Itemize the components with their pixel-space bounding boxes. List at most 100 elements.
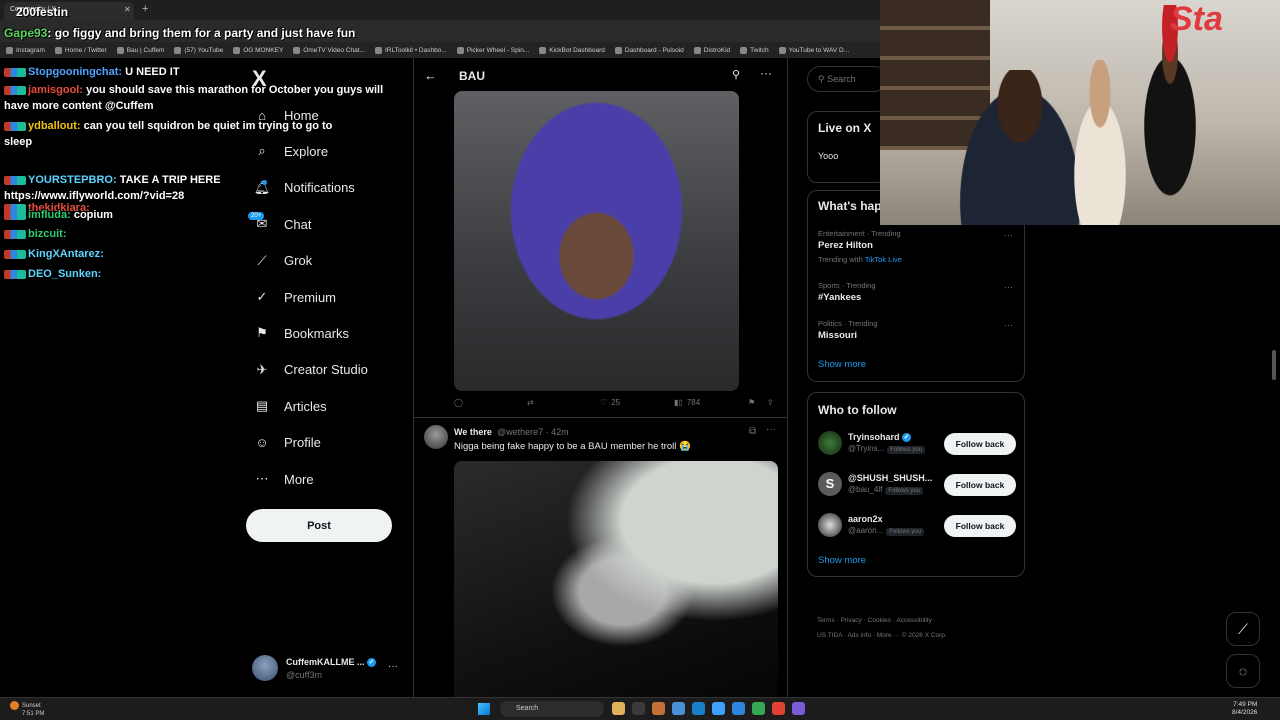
repost-icon[interactable]: ⇄ — [527, 398, 534, 407]
post-media-video[interactable] — [454, 91, 739, 391]
follow-back-button[interactable]: Follow back — [944, 515, 1016, 537]
show-more-link[interactable]: Show more — [818, 555, 866, 566]
weather-text: Sunset — [22, 703, 41, 710]
follow-user-name-text: aaron2x — [848, 514, 883, 524]
nav-item-home[interactable]: ⌂ Home — [254, 101, 319, 129]
store-icon[interactable] — [732, 702, 745, 715]
tab-close-icon[interactable]: ✕ — [124, 5, 131, 14]
bookmark-item[interactable]: IRLToolkit • Dashbo... — [374, 44, 447, 56]
avatar[interactable] — [818, 431, 842, 455]
avatar[interactable]: S — [818, 472, 842, 496]
browser-icon[interactable] — [692, 702, 705, 715]
bookmark-icon[interactable]: ⚑ — [748, 398, 755, 407]
x-logo[interactable]: X — [252, 66, 267, 92]
messages-float-icon[interactable]: ◌ — [1226, 654, 1260, 688]
bookmark-item[interactable]: Home / Twitter — [54, 44, 107, 56]
bookmark-item[interactable]: OG MONKEY — [233, 44, 283, 56]
bookmark-item[interactable]: DistroKid — [693, 44, 730, 56]
follow-user-name[interactable]: aaron2x — [848, 514, 883, 524]
page-title: BAU — [459, 69, 485, 83]
chat-text: sleep — [4, 136, 33, 148]
weather-widget[interactable]: Sunset 7:51 PM — [10, 701, 44, 718]
live-on-x-card[interactable]: Live on X Yooo — [807, 111, 887, 183]
search-placeholder: Search — [827, 74, 856, 84]
post-author-name[interactable]: We there — [454, 427, 492, 437]
follow-user-name[interactable]: @SHUSH_SHUSH... — [848, 473, 932, 483]
nav-item-premium[interactable]: ✓ Premium — [254, 283, 336, 311]
account-switcher[interactable]: CuffemKALLME ... ✓ @cuff3m ··· — [252, 655, 402, 683]
home-icon: ⌂ — [258, 107, 266, 123]
nav-item-label: Explore — [284, 143, 329, 159]
trend-context-link[interactable]: TikTok Live — [865, 255, 902, 264]
nav-item-articles[interactable]: ▤ Articles — [254, 392, 327, 420]
task-view-icon[interactable] — [632, 702, 645, 715]
bookmark-item[interactable]: YouTube to WAV D... — [778, 44, 849, 56]
follow-user-name[interactable]: Tryinsohard ✓ — [848, 432, 912, 443]
post-button[interactable]: Post — [246, 509, 392, 542]
nav-item-more[interactable]: ⋯ More — [254, 465, 314, 493]
more-dots-icon[interactable]: ··· — [760, 66, 772, 80]
avatar[interactable] — [818, 513, 842, 537]
footer-links[interactable]: Terms · Privacy · Cookies · Accessibilit… — [817, 617, 936, 624]
bookmark-item[interactable]: Dashboard - Pulsoid — [614, 44, 684, 56]
nav-item-grok[interactable]: ⟋ Grok — [254, 247, 312, 275]
reply-icon[interactable]: ◯ — [454, 398, 463, 407]
chat-top-message: Gape93: go figgy and bring them for a pa… — [4, 26, 356, 40]
trend-name[interactable]: #Yankees — [818, 292, 861, 303]
bookmark-item[interactable]: Twitch — [740, 44, 769, 56]
verified-icon: ✓ — [902, 433, 912, 443]
app-icon[interactable] — [772, 702, 785, 715]
views-button[interactable]: ▮▯ 784 — [674, 398, 700, 407]
file-explorer-icon[interactable] — [612, 702, 625, 715]
nav-item-profile[interactable]: ☺ Profile — [254, 429, 321, 457]
edge-icon[interactable] — [672, 702, 685, 715]
bookmark-item[interactable]: Picker Wheel - Spin... — [456, 44, 529, 56]
show-more-link[interactable]: Show more — [818, 359, 866, 370]
windows-start-icon[interactable] — [478, 703, 490, 715]
bookmark-item[interactable]: OmeTV Video Chat... — [293, 44, 365, 56]
app-icon[interactable] — [652, 702, 665, 715]
chat-username: KingXAntarez: — [28, 248, 104, 260]
nav-item-explore[interactable]: ⌕ Explore — [254, 137, 328, 165]
taskbar-search[interactable]: Search — [500, 701, 604, 717]
grok-icon[interactable]: ⧉ — [749, 426, 756, 437]
follow-user-handle-text: @Tryins... — [848, 444, 885, 453]
chat-message: sleep — [4, 136, 32, 148]
bookmark-item[interactable]: Instagram — [6, 44, 45, 56]
articles-icon: ▤ — [255, 398, 269, 414]
trend-name[interactable]: Missouri — [818, 330, 857, 341]
chat-username: jamisgool: — [28, 84, 84, 96]
more-dots-icon[interactable]: ··· — [388, 661, 398, 672]
post-media-video[interactable] — [454, 461, 778, 698]
discord-icon[interactable] — [792, 702, 805, 715]
more-dots-icon[interactable]: ··· — [766, 424, 776, 435]
trend-name[interactable]: Perez Hilton — [818, 240, 873, 251]
follow-back-button[interactable]: Follow back — [944, 433, 1016, 455]
nav-item-notifications[interactable]: 🔔︎ Notifications — [254, 174, 355, 202]
back-arrow-icon[interactable]: ← — [424, 68, 437, 83]
avatar[interactable] — [424, 425, 448, 449]
footer-links[interactable]: US TIDA · Ads info · More ··· © 2026 X C… — [817, 632, 947, 639]
like-button[interactable]: ♡ 25 — [600, 398, 620, 407]
bookmark-favicon-icon — [614, 46, 622, 54]
bookmark-item[interactable]: KickBot Dashboard — [539, 44, 605, 56]
chrome-icon[interactable] — [752, 702, 765, 715]
more-dots-icon[interactable]: ··· — [1004, 320, 1013, 330]
bookmark-item[interactable]: Bau | Cuffem — [116, 44, 164, 56]
clock[interactable]: 7:49 PM 8/4/2026 — [1232, 701, 1257, 717]
search-icon[interactable]: ⚲ — [732, 68, 740, 81]
weather-icon — [10, 701, 19, 710]
scrollbar[interactable] — [1272, 350, 1276, 380]
search-input[interactable]: ⚲ Search — [807, 66, 887, 92]
grok-float-icon[interactable]: ⟋ — [1226, 612, 1260, 646]
follow-back-button[interactable]: Follow back — [944, 474, 1016, 496]
more-dots-icon[interactable]: ··· — [1004, 230, 1013, 240]
bookmark-item[interactable]: (57) YouTube — [174, 44, 223, 56]
chat-username: Stopgooningchat: — [28, 66, 123, 78]
new-tab-icon[interactable]: + — [142, 3, 148, 15]
nav-item-creator-studio[interactable]: ✈ Creator Studio — [254, 356, 368, 384]
mail-icon[interactable] — [712, 702, 725, 715]
more-dots-icon[interactable]: ··· — [1004, 282, 1013, 292]
nav-item-bookmarks[interactable]: ⚑ Bookmarks — [254, 319, 349, 347]
share-icon[interactable]: ⇪ — [767, 398, 774, 407]
